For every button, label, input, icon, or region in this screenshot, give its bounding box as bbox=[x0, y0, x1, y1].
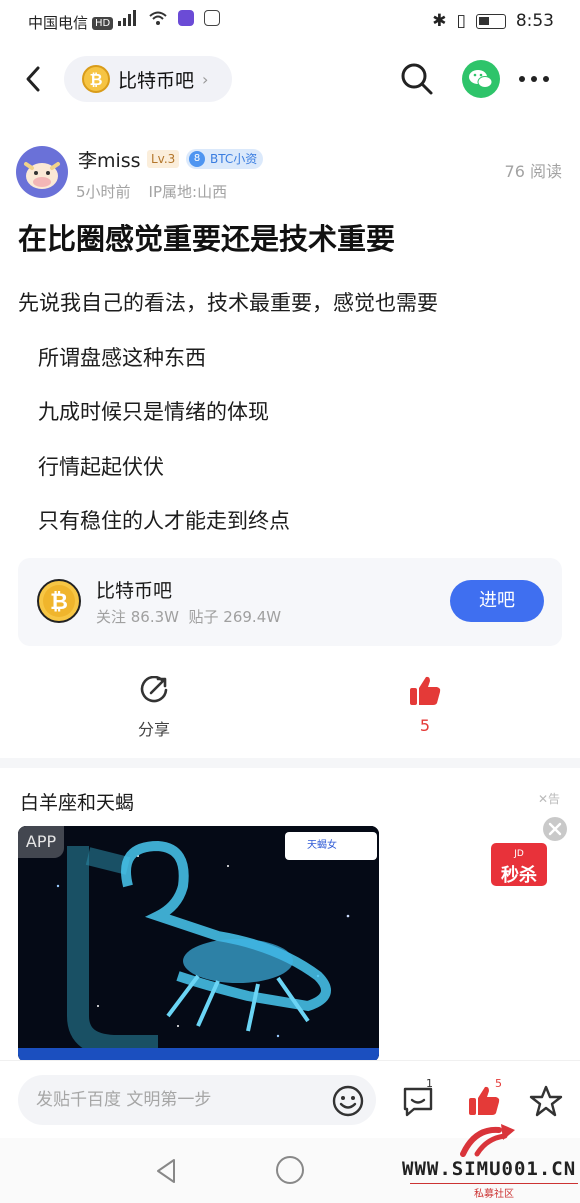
post-time: 5小时前 bbox=[76, 183, 131, 201]
clock: 8:53 bbox=[515, 11, 554, 31]
post-title: 在比圈感觉重要还是技术重要 bbox=[18, 222, 396, 256]
forum-card-name: 比特币吧 bbox=[96, 580, 173, 602]
forum-card[interactable]: ₿ 比特币吧 关注 86.3W 贴子 269.4W 进吧 bbox=[18, 558, 562, 646]
ad-brand: 天蝎女 bbox=[285, 832, 377, 860]
post-body: 先说我自己的看法，技术最重要，感觉也需要 所谓盘感这种东西 九成时候只是情绪的体… bbox=[18, 287, 438, 560]
signal-icon bbox=[118, 10, 136, 26]
enter-forum-button[interactable]: 进吧 bbox=[450, 580, 544, 622]
ad-app-tag: APP bbox=[18, 826, 64, 858]
like-button-count: 5 bbox=[495, 1077, 502, 1090]
watermark-subtext: 私募社区 bbox=[410, 1183, 578, 1200]
comment-count: 1 bbox=[426, 1077, 433, 1090]
like-button[interactable]: 5 bbox=[400, 674, 450, 735]
hand-notification-icon bbox=[204, 10, 220, 26]
search-icon[interactable] bbox=[398, 60, 436, 98]
ad-close-tag[interactable]: ✕告 bbox=[538, 790, 560, 807]
wechat-icon[interactable] bbox=[462, 60, 500, 98]
battery-icon bbox=[475, 13, 506, 29]
bluetooth-icon: ✱ bbox=[432, 11, 447, 31]
reply-input[interactable]: 发贴千百度 文明第一步 bbox=[18, 1075, 376, 1125]
chevron-right-icon: › bbox=[202, 69, 209, 89]
watermark-text: WWW.SIMU001.CN bbox=[402, 1158, 577, 1180]
author-name[interactable]: 李miss bbox=[78, 146, 141, 173]
svg-text:₿: ₿ bbox=[50, 590, 68, 615]
badge-number: 8 bbox=[189, 151, 205, 167]
vibrate-icon: ▯ bbox=[456, 11, 466, 31]
thumbs-up-icon bbox=[410, 676, 441, 705]
post-line: 先说我自己的看法，技术最重要，感觉也需要 bbox=[18, 291, 438, 315]
emoji-icon[interactable] bbox=[332, 1085, 364, 1117]
post-line: 九成时候只是情绪的体现 bbox=[38, 400, 269, 424]
more-icon[interactable] bbox=[516, 62, 552, 96]
avatar[interactable] bbox=[16, 146, 68, 198]
post-line: 所谓盘感这种东西 bbox=[38, 345, 206, 370]
level-badge: Lv.3 bbox=[147, 150, 180, 168]
share-button[interactable]: 分享 bbox=[124, 675, 184, 740]
top-nav: ₿ 比特币吧 › bbox=[0, 52, 580, 106]
carrier-label: 中国电信 HD bbox=[28, 12, 114, 33]
forum-pill[interactable]: ₿ 比特币吧 › bbox=[64, 56, 232, 102]
ad-image[interactable]: APP 天蝎女 bbox=[18, 826, 379, 1062]
title-badge: 8 BTC小资 bbox=[186, 149, 264, 169]
svg-text:₿: ₿ bbox=[89, 70, 102, 89]
flash-sale-label: 秒杀 bbox=[501, 865, 537, 886]
wifi-icon bbox=[149, 11, 167, 25]
forum-name: 比特币吧 bbox=[118, 69, 195, 92]
ip-location: IP属地:山西 bbox=[148, 183, 228, 201]
jd-label: JD bbox=[514, 849, 524, 859]
ad-title[interactable]: 白羊座和天蝎 bbox=[20, 788, 134, 815]
forum-card-stats: 关注 86.3W 贴子 269.4W bbox=[96, 608, 282, 626]
post-line: 行情起起伏伏 bbox=[38, 454, 164, 479]
back-icon[interactable] bbox=[20, 60, 50, 98]
app-notification-icon bbox=[178, 10, 194, 26]
view-count: 76 阅读 bbox=[504, 162, 562, 181]
flash-sale-badge[interactable]: JD 秒杀 bbox=[491, 843, 547, 886]
share-label: 分享 bbox=[137, 720, 170, 739]
star-icon[interactable] bbox=[528, 1083, 564, 1119]
system-back-icon[interactable] bbox=[152, 1156, 180, 1186]
bitcoin-icon: ₿ bbox=[37, 579, 81, 623]
system-home-icon[interactable] bbox=[276, 1156, 304, 1184]
share-icon bbox=[140, 675, 168, 703]
watermark-logo-icon bbox=[460, 1124, 515, 1157]
section-divider bbox=[0, 758, 580, 768]
like-count: 5 bbox=[419, 716, 431, 735]
bitcoin-icon: ₿ bbox=[82, 65, 110, 93]
status-bar: 中国电信 HD ✱ ▯ 8:53 bbox=[0, 0, 580, 44]
hd-icon: HD bbox=[92, 17, 114, 30]
post-meta: 5小时前 IP属地:山西 bbox=[76, 181, 227, 202]
close-icon[interactable] bbox=[543, 817, 567, 841]
post-line: 只有稳住的人才能走到终点 bbox=[38, 509, 290, 533]
